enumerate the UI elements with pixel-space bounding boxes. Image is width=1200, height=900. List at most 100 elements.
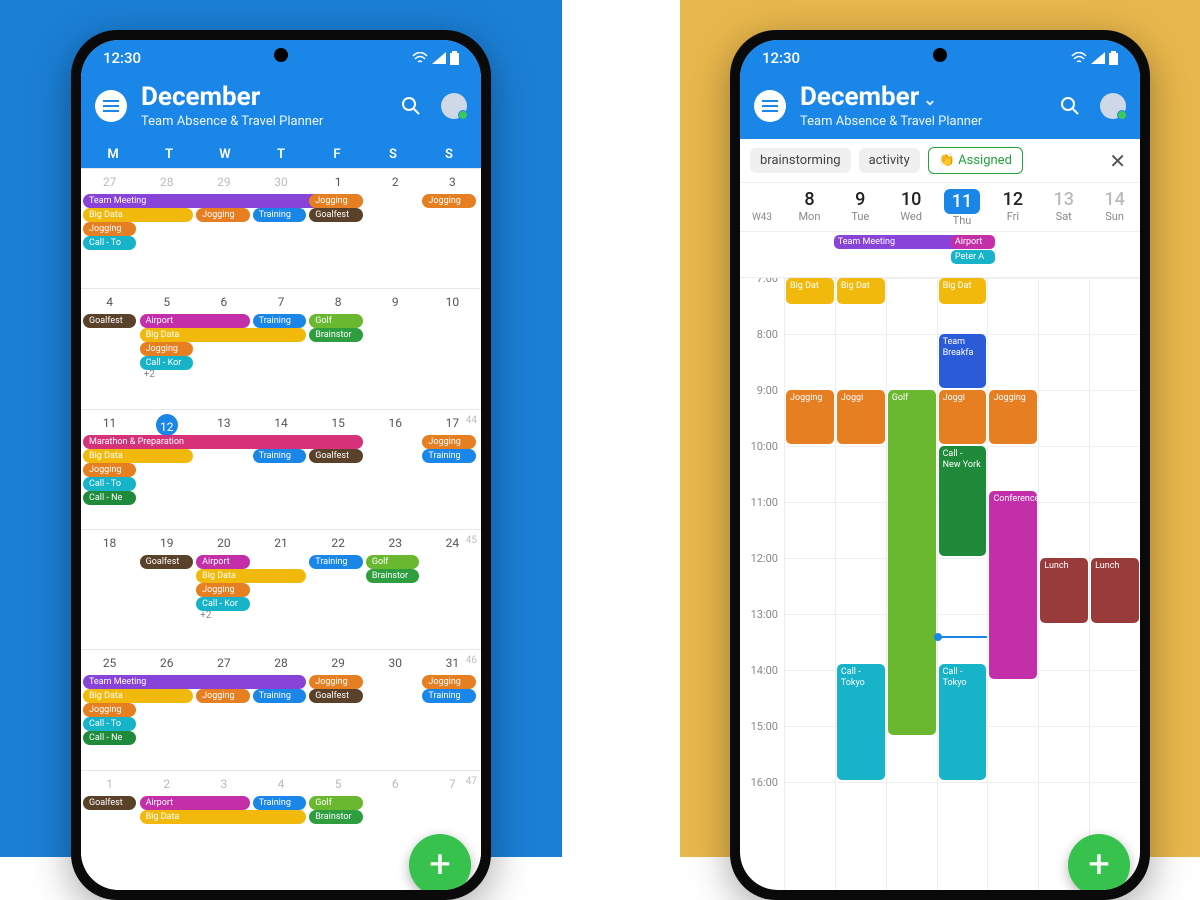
event-chip[interactable]: Jogging <box>422 194 475 208</box>
day-cell[interactable]: 21 <box>252 532 309 649</box>
allday-event[interactable]: Peter A <box>951 250 995 264</box>
timed-event[interactable]: Call - Tokyo <box>939 664 987 780</box>
day-cell[interactable]: 19 <box>138 532 195 649</box>
timed-event[interactable]: Lunch <box>1040 558 1088 623</box>
day-cell[interactable]: 30 <box>367 652 424 769</box>
week-day-header[interactable]: 9Tue <box>835 189 886 227</box>
avatar[interactable] <box>1100 93 1126 119</box>
event-chip[interactable]: Training <box>253 796 306 810</box>
event-chip[interactable]: Training <box>309 555 362 569</box>
event-chip[interactable]: Big Data <box>196 569 306 583</box>
event-chip[interactable]: Big Data <box>83 208 193 222</box>
event-chip[interactable]: Big Data <box>83 449 193 463</box>
event-chip[interactable]: Training <box>253 208 306 222</box>
event-chip[interactable]: Training <box>422 449 475 463</box>
event-chip[interactable]: Big Data <box>140 810 307 824</box>
filter-chip[interactable]: 👏 Assigned <box>928 147 1023 174</box>
day-cell[interactable]: 2445 <box>424 532 481 649</box>
event-chip[interactable]: Goalfest <box>309 208 362 222</box>
event-chip[interactable]: Golf <box>366 555 419 569</box>
day-cell[interactable]: 1744 <box>424 412 481 529</box>
day-cell[interactable]: 6 <box>195 291 252 408</box>
day-column[interactable]: JoggingConference <box>987 278 1038 890</box>
day-cell[interactable]: 13 <box>195 412 252 529</box>
day-cell[interactable]: 2 <box>367 171 424 288</box>
day-cell[interactable]: 30 <box>252 171 309 288</box>
day-cell[interactable]: 18 <box>81 532 138 649</box>
week-day-header[interactable]: 13Sat <box>1038 189 1089 227</box>
event-chip[interactable]: Marathon & Preparation <box>83 435 363 449</box>
timed-event[interactable]: Call - Tokyo <box>837 664 885 780</box>
day-cell[interactable]: 29 <box>195 171 252 288</box>
timed-event[interactable]: Joggi <box>939 390 987 444</box>
allday-cell[interactable] <box>901 232 949 277</box>
day-cell[interactable]: 3 <box>424 171 481 288</box>
event-chip[interactable]: Jogging <box>422 435 475 449</box>
event-chip[interactable]: Call - Kor <box>140 356 193 370</box>
event-chip[interactable]: Training <box>253 314 306 328</box>
event-chip[interactable]: Jogging <box>83 222 136 236</box>
day-cell[interactable]: 23 <box>367 532 424 649</box>
allday-row[interactable]: Team MeetingAirportPeter A <box>740 232 1140 278</box>
day-cell[interactable]: 1 <box>81 773 138 890</box>
timed-event[interactable]: Big Dat <box>837 278 885 304</box>
week-row[interactable]: 1112131415161744Marathon & PreparationJo… <box>81 409 481 529</box>
day-column[interactable]: Big DatJogging <box>784 278 835 890</box>
allday-cell[interactable] <box>1044 232 1092 277</box>
month-title-dropdown[interactable]: December⌄ <box>800 82 982 112</box>
filter-chip[interactable]: brainstorming <box>750 148 851 173</box>
day-cell[interactable]: 28 <box>252 652 309 769</box>
event-chip[interactable]: Goalfest <box>83 314 136 328</box>
event-chip[interactable]: Goalfest <box>83 796 136 810</box>
day-cell[interactable]: 14 <box>252 412 309 529</box>
month-title[interactable]: December <box>141 82 323 112</box>
event-chip[interactable]: Goalfest <box>140 555 193 569</box>
event-chip[interactable]: Jogging <box>196 689 249 703</box>
timed-event[interactable]: Big Dat <box>786 278 834 304</box>
week-day-header[interactable]: 11Thu <box>937 189 988 227</box>
event-chip[interactable]: Jogging <box>83 703 136 717</box>
day-cell[interactable]: 8 <box>310 291 367 408</box>
day-column[interactable]: Big DatJoggiCall - Tokyo <box>835 278 886 890</box>
timed-event[interactable]: Lunch <box>1091 558 1139 623</box>
day-cell[interactable]: 29 <box>310 652 367 769</box>
day-column[interactable]: Big DatTeam BreakfaJoggiCall - New YorkC… <box>937 278 988 890</box>
event-chip[interactable]: Brainstor <box>309 328 362 342</box>
event-chip[interactable]: Airport <box>140 796 250 810</box>
week-day-header[interactable]: 10Wed <box>886 189 937 227</box>
week-day-header[interactable]: 12Fri <box>987 189 1038 227</box>
event-chip[interactable]: Jogging <box>196 208 249 222</box>
week-day-header[interactable]: 8Mon <box>784 189 835 227</box>
timed-event[interactable]: Team Breakfa <box>939 334 987 388</box>
menu-button[interactable] <box>95 90 127 122</box>
day-cell[interactable]: 1 <box>310 171 367 288</box>
day-column[interactable]: Golf <box>886 278 937 890</box>
more-events[interactable]: +2 <box>196 610 211 621</box>
event-chip[interactable]: Big Data <box>140 328 307 342</box>
day-cell[interactable]: 28 <box>138 171 195 288</box>
day-cell[interactable]: 5 <box>310 773 367 890</box>
event-chip[interactable]: Call - To <box>83 236 136 250</box>
filter-chip[interactable]: activity <box>859 148 920 173</box>
event-chip[interactable]: Jogging <box>309 675 362 689</box>
time-grid[interactable]: 7:008:009:0010:0011:0012:0013:0014:0015:… <box>740 278 1140 890</box>
event-chip[interactable]: Jogging <box>196 583 249 597</box>
day-cell[interactable]: 3146 <box>424 652 481 769</box>
week-row[interactable]: 1819202122232445GoalfestAirportTrainingG… <box>81 529 481 649</box>
event-chip[interactable]: Brainstor <box>309 810 362 824</box>
allday-cell[interactable] <box>784 232 832 277</box>
allday-event[interactable]: Airport <box>951 235 995 249</box>
event-chip[interactable]: Golf <box>309 796 362 810</box>
event-chip[interactable]: Training <box>422 689 475 703</box>
event-chip[interactable]: Golf <box>309 314 362 328</box>
day-cell[interactable]: 10 <box>424 291 481 408</box>
day-cell[interactable]: 4 <box>252 773 309 890</box>
day-cell[interactable]: 9 <box>367 291 424 408</box>
allday-cell[interactable]: AirportPeter A <box>949 232 997 277</box>
timed-event[interactable]: Jogging <box>989 390 1037 444</box>
event-chip[interactable]: Call - Kor <box>196 597 249 611</box>
event-chip[interactable]: Goalfest <box>309 689 362 703</box>
day-cell[interactable]: 7 <box>252 291 309 408</box>
day-cell[interactable]: 4 <box>81 291 138 408</box>
allday-cell[interactable] <box>997 232 1045 277</box>
